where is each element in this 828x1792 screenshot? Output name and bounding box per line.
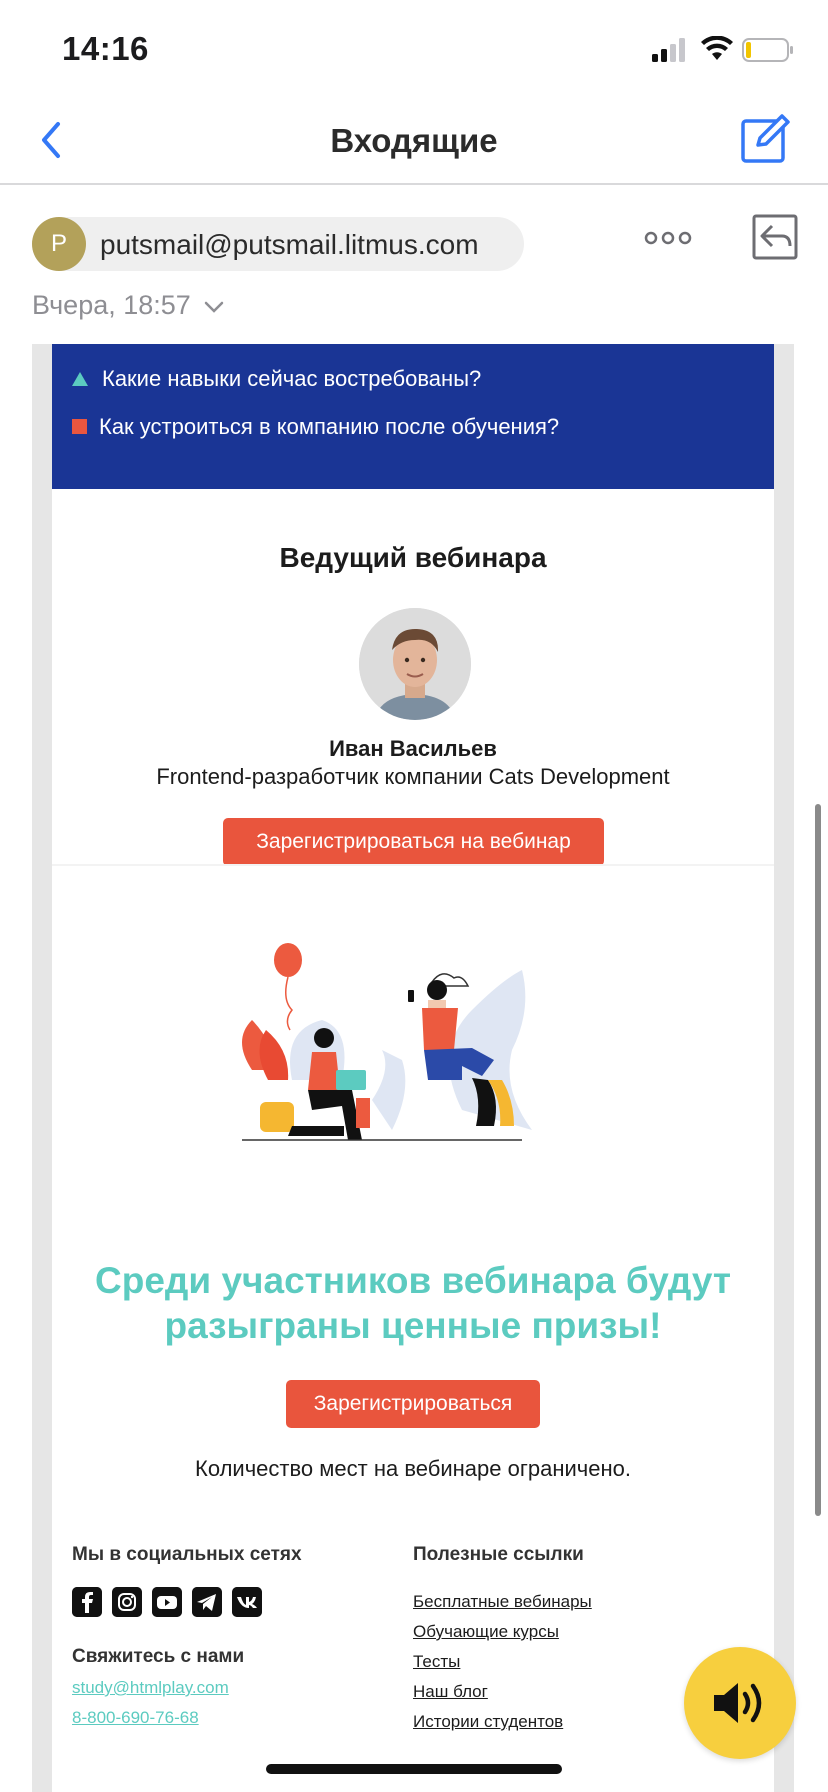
- message-date-text: Вчера, 18:57: [32, 290, 191, 320]
- facebook-icon[interactable]: [72, 1587, 102, 1617]
- link-courses[interactable]: Обучающие курсы: [413, 1622, 559, 1642]
- email-body: Какие навыки сейчас востребованы? Как ус…: [32, 344, 794, 1792]
- cellular-signal-icon: [652, 38, 685, 62]
- link-tests[interactable]: Тесты: [413, 1652, 460, 1672]
- audio-button[interactable]: [684, 1647, 796, 1759]
- social-heading: Мы в социальных сетях: [72, 1544, 302, 1565]
- speaker-icon: [714, 1683, 762, 1723]
- sender-email[interactable]: putsmail@putsmail.litmus.com: [100, 229, 479, 261]
- webinar-illustration: [242, 943, 532, 1141]
- wifi-icon: [701, 36, 733, 60]
- prize-text: Среди участников вебинара будут разыгран…: [52, 1258, 774, 1348]
- social-icons: [72, 1587, 272, 1619]
- host-heading: Ведущий вебинара: [279, 542, 547, 573]
- status-time: 14:16: [62, 30, 149, 67]
- prize-line-2: разыграны ценные призы!: [164, 1305, 662, 1346]
- section-divider: [52, 864, 774, 866]
- contact-heading: Свяжитесь с нами: [72, 1646, 245, 1667]
- reply-icon[interactable]: [752, 214, 798, 260]
- message-date[interactable]: Вчера, 18:57: [32, 290, 224, 321]
- instagram-icon[interactable]: [112, 1587, 142, 1617]
- vk-icon[interactable]: [232, 1587, 262, 1617]
- compose-icon[interactable]: [740, 114, 790, 164]
- status-bar: 14:16: [0, 0, 828, 96]
- chevron-down-icon: [205, 301, 224, 313]
- host-name: Иван Васильев: [329, 736, 497, 761]
- topic-text: Как устроиться в компанию после обучения…: [99, 414, 560, 439]
- register-webinar-button[interactable]: Зарегистрироваться на вебинар: [223, 818, 604, 866]
- register-button[interactable]: Зарегистрироваться: [286, 1380, 540, 1428]
- link-blog[interactable]: Наш блог: [413, 1682, 488, 1702]
- email-card: Какие навыки сейчас востребованы? Как ус…: [52, 344, 774, 1792]
- youtube-icon[interactable]: [152, 1587, 182, 1617]
- teal-triangle-icon: [72, 372, 88, 386]
- links-heading: Полезные ссылки: [413, 1544, 584, 1565]
- contact-email-link[interactable]: study@htmlplay.com: [72, 1678, 229, 1698]
- link-student-stories[interactable]: Истории студентов: [413, 1712, 563, 1732]
- contact-phone-link[interactable]: 8-800-690-76-68: [72, 1708, 199, 1728]
- host-portrait-icon: [359, 608, 471, 720]
- scrollbar[interactable]: [815, 804, 821, 1516]
- topics-block: Какие навыки сейчас востребованы? Как ус…: [52, 344, 774, 489]
- more-options-icon[interactable]: [644, 230, 692, 246]
- host-role: Frontend-разработчик компании Cats Devel…: [156, 764, 670, 789]
- nav-title: Входящие: [330, 122, 498, 159]
- battery-icon: [742, 38, 793, 62]
- red-square-icon: [72, 419, 87, 434]
- limit-text: Количество мест на вебинаре ограничено.: [195, 1456, 631, 1481]
- prize-line-1: Среди участников вебинара будут: [95, 1260, 731, 1301]
- home-indicator: [266, 1764, 562, 1774]
- nav-bar: Входящие: [0, 96, 828, 185]
- topic-text: Какие навыки сейчас востребованы?: [102, 366, 482, 391]
- link-free-webinars[interactable]: Бесплатные вебинары: [413, 1592, 592, 1612]
- sender-avatar: P: [32, 217, 86, 271]
- telegram-icon[interactable]: [192, 1587, 222, 1617]
- host-photo: [359, 608, 471, 720]
